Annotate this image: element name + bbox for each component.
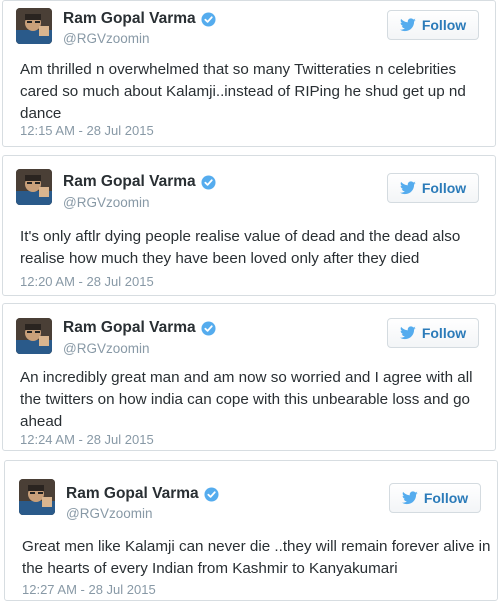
verified-badge-icon (201, 174, 216, 190)
tweet-card: Ram Gopal Varma @RGVzoomin Follow Am thr… (2, 0, 496, 147)
follow-button-label: Follow (421, 180, 467, 196)
follow-button-label: Follow (421, 325, 467, 341)
tweet-text: It's only aftlr dying people realise val… (20, 228, 461, 267)
user-handle[interactable]: @RGVzoomin (63, 31, 149, 46)
avatar[interactable] (19, 479, 55, 515)
tweet-text: Great men like Kalamji can never die ..t… (22, 538, 491, 577)
follow-button[interactable]: Follow (387, 318, 479, 348)
avatar[interactable] (16, 8, 52, 44)
follow-button-label: Follow (423, 490, 469, 506)
display-name[interactable]: Ram Gopal Varma (66, 485, 199, 503)
avatar[interactable] (16, 169, 52, 205)
verified-badge-icon (201, 11, 216, 27)
display-name[interactable]: Ram Gopal Varma (63, 10, 196, 28)
twitter-bird-icon (399, 18, 416, 32)
display-name[interactable]: Ram Gopal Varma (63, 173, 196, 191)
tweet-text: An incredibly great man and am now so wo… (20, 369, 473, 430)
verified-badge-icon (204, 486, 219, 502)
tweet-text: Am thrilled n overwhelmed that so many T… (20, 61, 466, 122)
twitter-bird-icon (399, 326, 416, 340)
tweet-timestamp[interactable]: 12:27 AM - 28 Jul 2015 (22, 582, 156, 597)
tweet-card: Ram Gopal Varma @RGVzoomin Follow It's o… (2, 155, 496, 296)
tweet-card: Ram Gopal Varma @RGVzoomin Follow An inc… (2, 303, 496, 451)
tweet-card: Ram Gopal Varma @RGVzoomin Follow Great … (4, 460, 498, 601)
twitter-bird-icon (399, 181, 416, 195)
user-handle[interactable]: @RGVzoomin (63, 341, 149, 356)
twitter-bird-icon (401, 491, 418, 505)
follow-button-label: Follow (421, 17, 467, 33)
user-handle[interactable]: @RGVzoomin (63, 195, 149, 210)
follow-button[interactable]: Follow (389, 483, 481, 513)
follow-button[interactable]: Follow (387, 10, 479, 40)
tweet-timestamp[interactable]: 12:20 AM - 28 Jul 2015 (20, 274, 154, 289)
tweet-timestamp[interactable]: 12:15 AM - 28 Jul 2015 (20, 123, 154, 138)
tweet-timestamp[interactable]: 12:24 AM - 28 Jul 2015 (20, 432, 154, 447)
follow-button[interactable]: Follow (387, 173, 479, 203)
verified-badge-icon (201, 320, 216, 336)
user-handle[interactable]: @RGVzoomin (66, 506, 152, 521)
display-name[interactable]: Ram Gopal Varma (63, 319, 196, 337)
avatar[interactable] (16, 318, 52, 354)
